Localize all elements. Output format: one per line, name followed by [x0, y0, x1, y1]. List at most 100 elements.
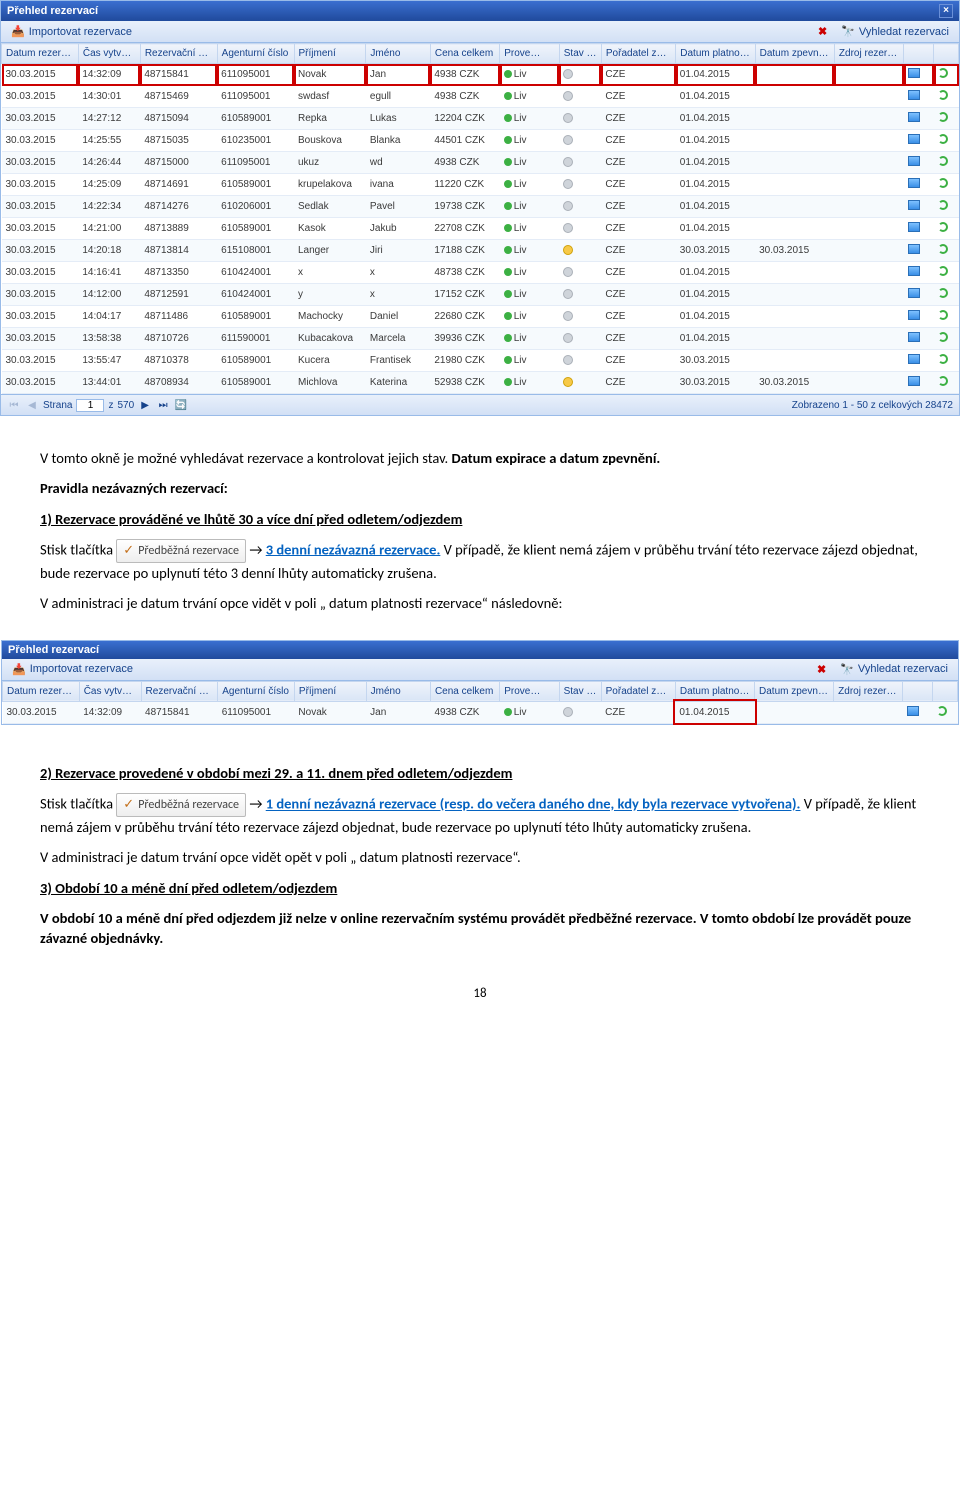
table-row[interactable]: 30.03.201514:30:0148715469611095001swdas… — [2, 86, 959, 108]
status-dot-icon — [563, 245, 573, 255]
column-header[interactable]: Datum rezervace — [2, 44, 79, 64]
provider-dot-icon — [504, 268, 512, 276]
copy-icon[interactable] — [908, 222, 920, 232]
column-header[interactable]: Příjmení — [294, 681, 366, 701]
status-dot-icon — [563, 333, 573, 343]
copy-icon[interactable] — [908, 200, 920, 210]
column-header[interactable]: Jméno — [366, 681, 430, 701]
clear-filter-icon-mini[interactable]: ✖ — [817, 663, 826, 676]
panel-title-mini: Přehled rezervací — [8, 644, 99, 656]
copy-icon[interactable] — [908, 178, 920, 188]
column-header[interactable]: Rezervační číslo — [141, 681, 218, 701]
refresh-icon[interactable] — [938, 332, 948, 342]
provider-dot-icon — [504, 378, 512, 386]
table-row[interactable]: 30.03.201514:32:0948715841611095001Novak… — [2, 64, 959, 86]
copy-icon[interactable] — [908, 134, 920, 144]
table-row[interactable]: 30.03.201514:25:0948714691610589001krupe… — [2, 174, 959, 196]
refresh-icon[interactable] — [938, 354, 948, 364]
refresh-icon[interactable] — [938, 68, 948, 78]
table-row[interactable]: 30.03.201514:20:1848713814615108001Lange… — [2, 240, 959, 262]
column-header[interactable]: Prove… — [500, 44, 560, 64]
table-row[interactable]: 30.03.201514:26:4448715000611095001ukuzw… — [2, 152, 959, 174]
copy-icon[interactable] — [908, 112, 920, 122]
refresh-icon[interactable] — [938, 266, 948, 276]
admin-note-2: V administraci je datum trvání opce vidě… — [40, 847, 920, 867]
provider-dot-icon — [504, 290, 512, 298]
column-header[interactable]: Datum platnosti… — [676, 44, 755, 64]
pager-refresh-icon[interactable]: 🔄 — [174, 398, 188, 412]
column-header[interactable]: Pořadatel zájez… — [601, 681, 675, 701]
refresh-icon[interactable] — [937, 706, 947, 716]
refresh-icon[interactable] — [938, 134, 948, 144]
search-reservation-button[interactable]: 🔭 Vyhledat rezervaci — [837, 24, 953, 39]
column-header[interactable]: Cena celkem — [430, 44, 499, 64]
copy-icon[interactable] — [908, 68, 920, 78]
import-reservations-button[interactable]: 📥 Importovat rezervace — [7, 24, 136, 39]
column-header[interactable]: Prove… — [500, 681, 559, 701]
table-row[interactable]: 30.03.201514:32:0948715841611095001Novak… — [3, 701, 958, 723]
column-header[interactable]: Jméno — [366, 44, 430, 64]
provider-dot-icon — [504, 356, 512, 364]
table-row[interactable]: 30.03.201514:04:1748711486610589001Macho… — [2, 306, 959, 328]
refresh-icon[interactable] — [938, 112, 948, 122]
toolbar-mini: 📥 Importovat rezervace ✖ 🔭 Vyhledat reze… — [2, 659, 958, 681]
copy-icon[interactable] — [908, 376, 920, 386]
column-header[interactable]: Datum platnosti… — [675, 681, 754, 701]
table-row[interactable]: 30.03.201513:58:3848710726611590001Kubac… — [2, 328, 959, 350]
column-header[interactable]: Zdroj rezervace — [834, 44, 903, 64]
pager-last-icon[interactable]: ⏭ — [156, 398, 170, 412]
refresh-icon[interactable] — [938, 288, 948, 298]
copy-icon[interactable] — [908, 332, 920, 342]
refresh-icon[interactable] — [938, 310, 948, 320]
column-header[interactable]: Agenturní číslo — [217, 44, 294, 64]
column-header[interactable]: Rezervační číslo — [140, 44, 217, 64]
pager-first-icon[interactable]: ⏮ — [7, 398, 21, 412]
table-row[interactable]: 30.03.201514:16:4148713350610424001xx487… — [2, 262, 959, 284]
column-header[interactable]: Pořadatel zájez… — [601, 44, 675, 64]
refresh-icon[interactable] — [938, 178, 948, 188]
column-header[interactable]: Cena celkem — [430, 681, 499, 701]
refresh-icon[interactable] — [938, 200, 948, 210]
column-header-actions — [904, 44, 934, 64]
column-header[interactable]: Stav r… — [559, 44, 601, 64]
pager-prev-icon[interactable]: ◀ — [25, 398, 39, 412]
table-row[interactable]: 30.03.201514:25:5548715035610235001Bousk… — [2, 130, 959, 152]
provider-dot-icon — [504, 224, 512, 232]
refresh-icon[interactable] — [938, 244, 948, 254]
provider-dot-icon — [504, 114, 512, 122]
column-header[interactable]: Čas vytvoření — [79, 681, 141, 701]
copy-icon[interactable] — [907, 706, 919, 716]
column-header[interactable]: Datum zpevněn… — [755, 681, 834, 701]
table-row[interactable]: 30.03.201513:55:4748710378610589001Kucer… — [2, 350, 959, 372]
clear-filter-icon[interactable]: ✖ — [818, 25, 827, 38]
pager-page-input[interactable] — [76, 399, 104, 412]
close-icon[interactable]: × — [939, 4, 953, 18]
table-row[interactable]: 30.03.201514:22:3448714276610206001Sedla… — [2, 196, 959, 218]
table-row[interactable]: 30.03.201514:12:0048712591610424001yx171… — [2, 284, 959, 306]
search-reservation-button-mini[interactable]: 🔭 Vyhledat rezervaci — [836, 662, 952, 677]
table-row[interactable]: 30.03.201514:21:0048713889610589001Kasok… — [2, 218, 959, 240]
copy-icon[interactable] — [908, 354, 920, 364]
copy-icon[interactable] — [908, 310, 920, 320]
column-header[interactable]: Příjmení — [294, 44, 366, 64]
copy-icon[interactable] — [908, 244, 920, 254]
copy-icon[interactable] — [908, 156, 920, 166]
status-dot-icon — [563, 135, 573, 145]
table-row[interactable]: 30.03.201513:44:0148708934610589001Michl… — [2, 372, 959, 394]
copy-icon[interactable] — [908, 288, 920, 298]
column-header[interactable]: Datum zpevněn… — [755, 44, 834, 64]
column-header[interactable]: Zdroj rezervace — [834, 681, 903, 701]
column-header[interactable]: Stav r… — [559, 681, 601, 701]
column-header[interactable]: Datum rezervace — [3, 681, 80, 701]
refresh-icon[interactable] — [938, 376, 948, 386]
column-header[interactable]: Agenturní číslo — [218, 681, 295, 701]
refresh-icon[interactable] — [938, 222, 948, 232]
copy-icon[interactable] — [908, 266, 920, 276]
table-row[interactable]: 30.03.201514:27:1248715094610589001Repka… — [2, 108, 959, 130]
refresh-icon[interactable] — [938, 156, 948, 166]
import-reservations-button-mini[interactable]: 📥 Importovat rezervace — [8, 662, 137, 677]
refresh-icon[interactable] — [938, 90, 948, 100]
pager-next-icon[interactable]: ▶ — [138, 398, 152, 412]
column-header[interactable]: Čas vytvoření — [78, 44, 140, 64]
copy-icon[interactable] — [908, 90, 920, 100]
